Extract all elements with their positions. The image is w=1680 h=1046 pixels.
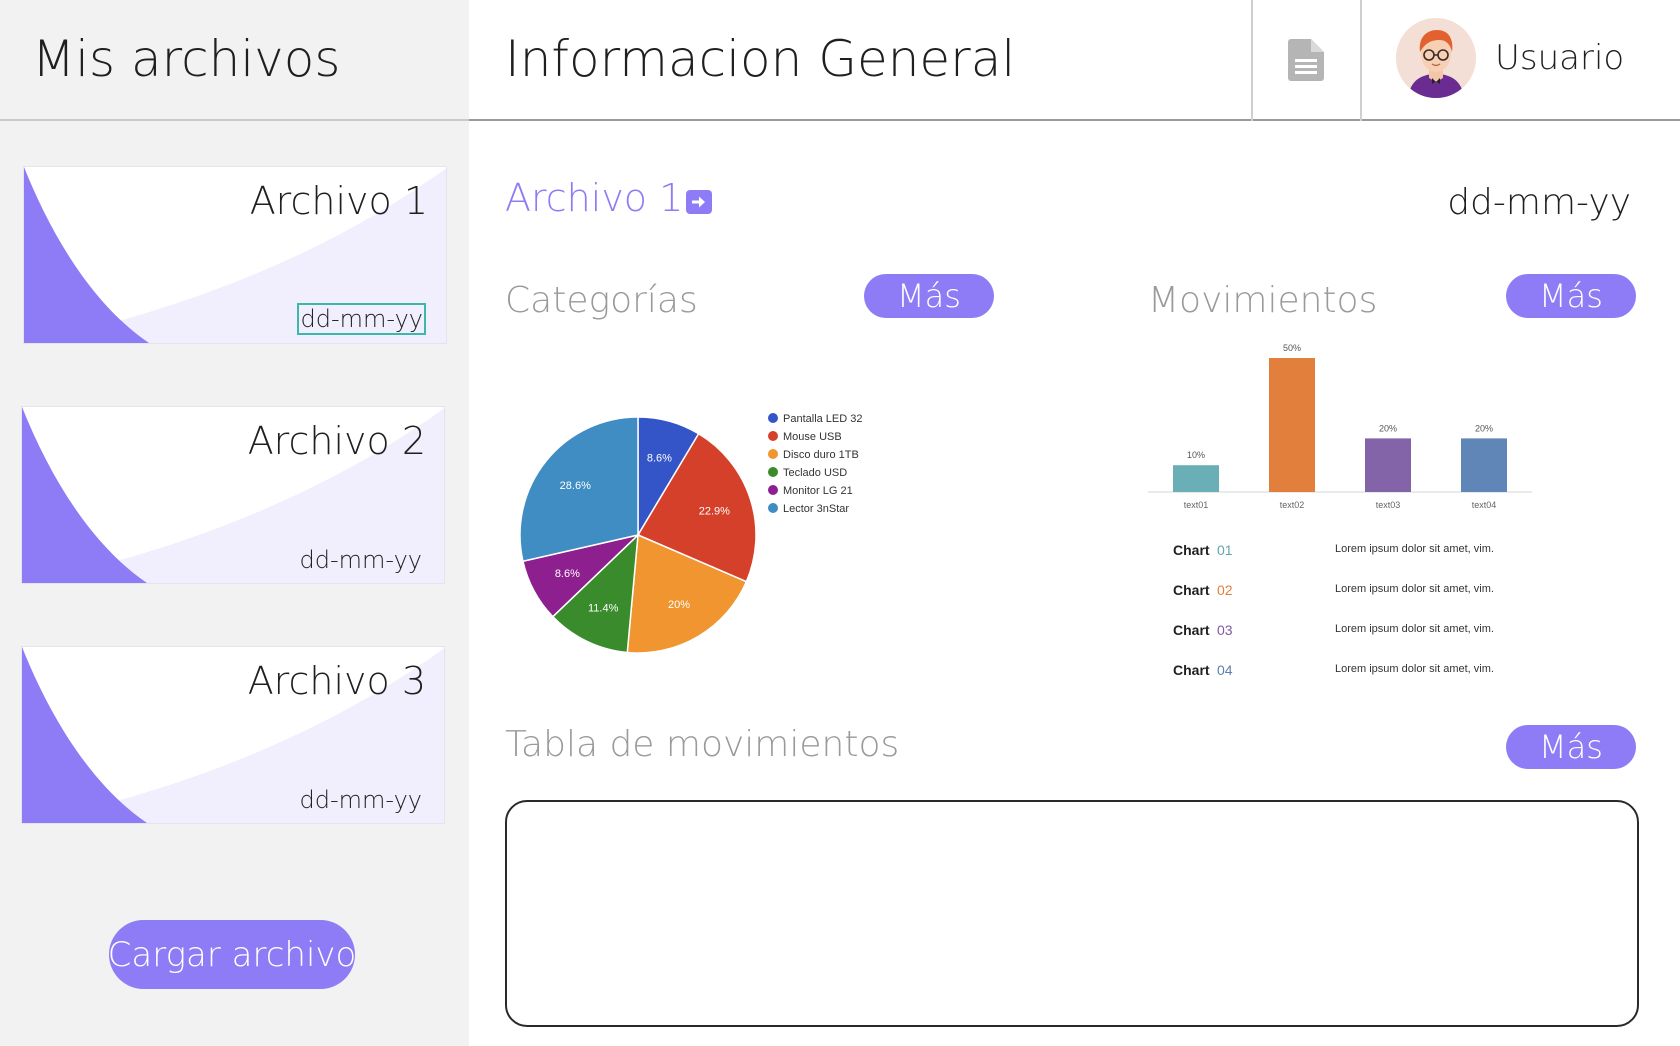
legend-label: Mouse USB [783,431,842,443]
pie-slice-label: 22.9% [699,505,730,517]
file-card-date: dd-mm-yy [297,303,426,335]
chart-note-text: Lorem ipsum dolor sit amet, vim. [1335,543,1494,555]
bar-value-label: 10% [1187,450,1205,460]
sidebar-header: Mis archivos [0,0,469,121]
open-file-button[interactable] [686,190,712,214]
movements-title: Movimientos [1148,280,1378,321]
upload-file-button[interactable]: Cargar archivo [108,920,356,989]
chart-note: Chart 04 Lorem ipsum dolor sit amet, vim… [1173,662,1533,682]
bar [1173,465,1219,492]
file-date: dd-mm-yy [1447,182,1631,223]
document-button[interactable] [1252,0,1360,119]
x-tick-label: text04 [1472,500,1497,510]
legend-marker [768,503,778,513]
bar [1269,358,1315,492]
document-icon [1288,38,1324,81]
movements-more-button[interactable]: Más [1506,274,1636,318]
file-card-1[interactable]: Archivo 1 dd-mm-yy [23,166,447,344]
sidebar-title: Mis archivos [32,30,341,88]
x-tick-label: text03 [1376,500,1401,510]
categories-title: Categorías [505,280,698,321]
file-card-name: Archivo 1 [249,179,428,223]
chart-note-word: Chart [1173,542,1210,558]
x-tick-label: text01 [1184,500,1209,510]
chart-note: Chart 03 Lorem ipsum dolor sit amet, vim… [1173,622,1533,642]
movements-table [505,800,1639,1027]
file-card-2[interactable]: Archivo 2 dd-mm-yy [21,406,445,584]
pie-slice-label: 8.6% [647,453,672,465]
pie-slice-label: 11.4% [588,602,619,614]
legend-label: Lector 3nStar [783,503,849,515]
bar-value-label: 20% [1475,423,1493,433]
bar [1365,438,1411,492]
page-title: Informacion General [505,30,1016,88]
movements-bar-chart: 10% text01 50% text02 20% text03 20% text04 [1148,343,1532,510]
user-avatar[interactable] [1396,18,1476,98]
chart-note: Chart 01 Lorem ipsum dolor sit amet, vim… [1173,542,1533,562]
bar [1461,438,1507,492]
file-card-date: dd-mm-yy [299,786,422,814]
user-name: Usuario [1495,38,1625,78]
file-card-name: Archivo 3 [247,659,426,703]
x-tick-label: text02 [1280,500,1305,510]
chart-note-text: Lorem ipsum dolor sit amet, vim. [1335,663,1494,675]
legend-label: Pantalla LED 32 [783,413,863,425]
user-menu[interactable]: Usuario [1361,0,1680,119]
chart-note-number: 02 [1217,582,1233,598]
legend-label: Monitor LG 21 [783,485,853,497]
bar-value-label: 50% [1283,343,1301,353]
chart-note-number: 04 [1217,662,1233,678]
pie-slice-label: 20% [668,599,690,611]
movements-table-title: Tabla de movimientos [505,724,900,765]
legend-marker [768,449,778,459]
categories-more-button[interactable]: Más [864,274,994,318]
movements-table-more-button[interactable]: Más [1506,725,1636,769]
selected-file-title: Archivo 1 [505,176,684,220]
chart-note-word: Chart [1173,622,1210,638]
chart-note-text: Lorem ipsum dolor sit amet, vim. [1335,583,1494,595]
legend-marker [768,485,778,495]
pie-slice-label: 8.6% [555,568,580,580]
user-avatar-illustration [1396,18,1476,98]
chart-note: Chart 02 Lorem ipsum dolor sit amet, vim… [1173,582,1533,602]
chart-note-word: Chart [1173,662,1210,678]
bar-value-label: 20% [1379,423,1397,433]
sidebar: Mis archivos Archivo 1 dd-mm-yy Archivo … [0,0,469,1046]
chart-note-text: Lorem ipsum dolor sit amet, vim. [1335,623,1494,635]
chart-note-word: Chart [1173,582,1210,598]
legend-marker [768,467,778,477]
legend-marker [768,413,778,423]
legend-label: Disco duro 1TB [783,449,859,461]
chart-note-number: 01 [1217,542,1233,558]
legend-label: Teclado USD [783,467,847,479]
arrow-right-square-icon [692,196,705,208]
categories-pie-chart: 8.6% Pantalla LED 32 22.9% Mouse USB 20% Disc… [519,413,863,654]
pie-slice-label: 28.6% [560,480,591,492]
top-bar: Informacion General Usuario [469,0,1680,121]
chart-note-number: 03 [1217,622,1233,638]
legend-marker [768,431,778,441]
file-card-name: Archivo 2 [247,419,426,463]
file-card-3[interactable]: Archivo 3 dd-mm-yy [21,646,445,824]
file-card-date: dd-mm-yy [299,546,422,574]
